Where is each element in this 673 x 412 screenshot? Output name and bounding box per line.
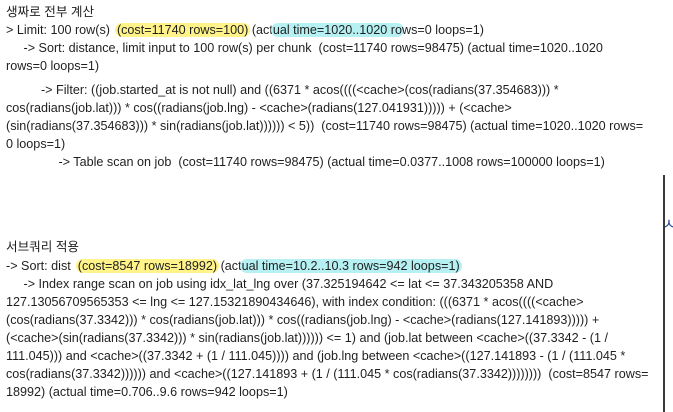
highlight-actual-cyan: ual time=1020..1020 ro: [270, 23, 405, 37]
text-segment: > Limit: 100 row(s): [6, 23, 117, 37]
explain-index-range-line-cont: 18992) (actual time=0.706..9.6 rows=942 …: [6, 385, 288, 399]
explain-filter-line-cont: 0 loops=1): [6, 137, 66, 151]
highlight-cost-yellow: (cost=11740 rows=100): [114, 23, 251, 37]
explain-table-scan-line: -> Table scan on job (cost=11740 rows=98…: [6, 155, 605, 169]
text-segment: (act: [248, 23, 273, 37]
document-body: 생짜로 전부 계산 > Limit: 100 row(s) (cost=1174…: [0, 0, 673, 412]
explain-index-range-line: -> Index range scan on job using idx_lat…: [6, 277, 554, 291]
edge-glyph: ㅅ: [662, 215, 673, 233]
text-segment: -> Sort: dist: [6, 259, 78, 273]
explain-index-range-line-cont: 111.045))) and <cache>((37.3342 + (1 / 1…: [6, 349, 626, 363]
section-title-full-calculation: 생짜로 전부 계산: [6, 5, 95, 19]
explain-index-range-line-cont: 127.13056709565353 <= lng <= 127.1532189…: [6, 295, 584, 309]
explain-limit-line: > Limit: 100 row(s) (cost=11740 rows=100…: [6, 21, 484, 39]
explain-sort-line-cont: rows=0 loops=1): [6, 59, 100, 73]
section-title-subquery: 서브쿼리 적용: [6, 240, 80, 254]
explain-sort-dist-line: -> Sort: dist (cost=8547 rows=18992) (ac…: [6, 257, 462, 275]
explain-index-range-line-cont: cos(radians(37.3342)))))) and <cache>((1…: [6, 367, 649, 381]
explain-index-range-line-cont: (<cache>(sin(radians(37.3342))) * sin(ra…: [6, 331, 608, 345]
highlight-actual-cyan: ual time=10.2..10.3 rows=942 loops=1): [239, 259, 462, 273]
explain-filter-line-cont: (sin(radians(37.354683))) * sin(radians(…: [6, 119, 644, 133]
text-segment: (act: [217, 259, 242, 273]
explain-sort-line: -> Sort: distance, limit input to 100 ro…: [6, 41, 603, 55]
explain-filter-line: -> Filter: ((job.started_at is not null)…: [6, 83, 559, 97]
text-cursor-edge-line: [663, 175, 665, 412]
text-segment: ws=0 loops=1): [402, 23, 484, 37]
highlight-cost-yellow: (cost=8547 rows=18992): [75, 259, 220, 273]
explain-index-range-line-cont: (cos(radians(37.3342))) * cos(radians(jo…: [6, 313, 600, 327]
explain-filter-line-cont: cos(radians(job.lat))) * cos((radians(jo…: [6, 101, 512, 115]
